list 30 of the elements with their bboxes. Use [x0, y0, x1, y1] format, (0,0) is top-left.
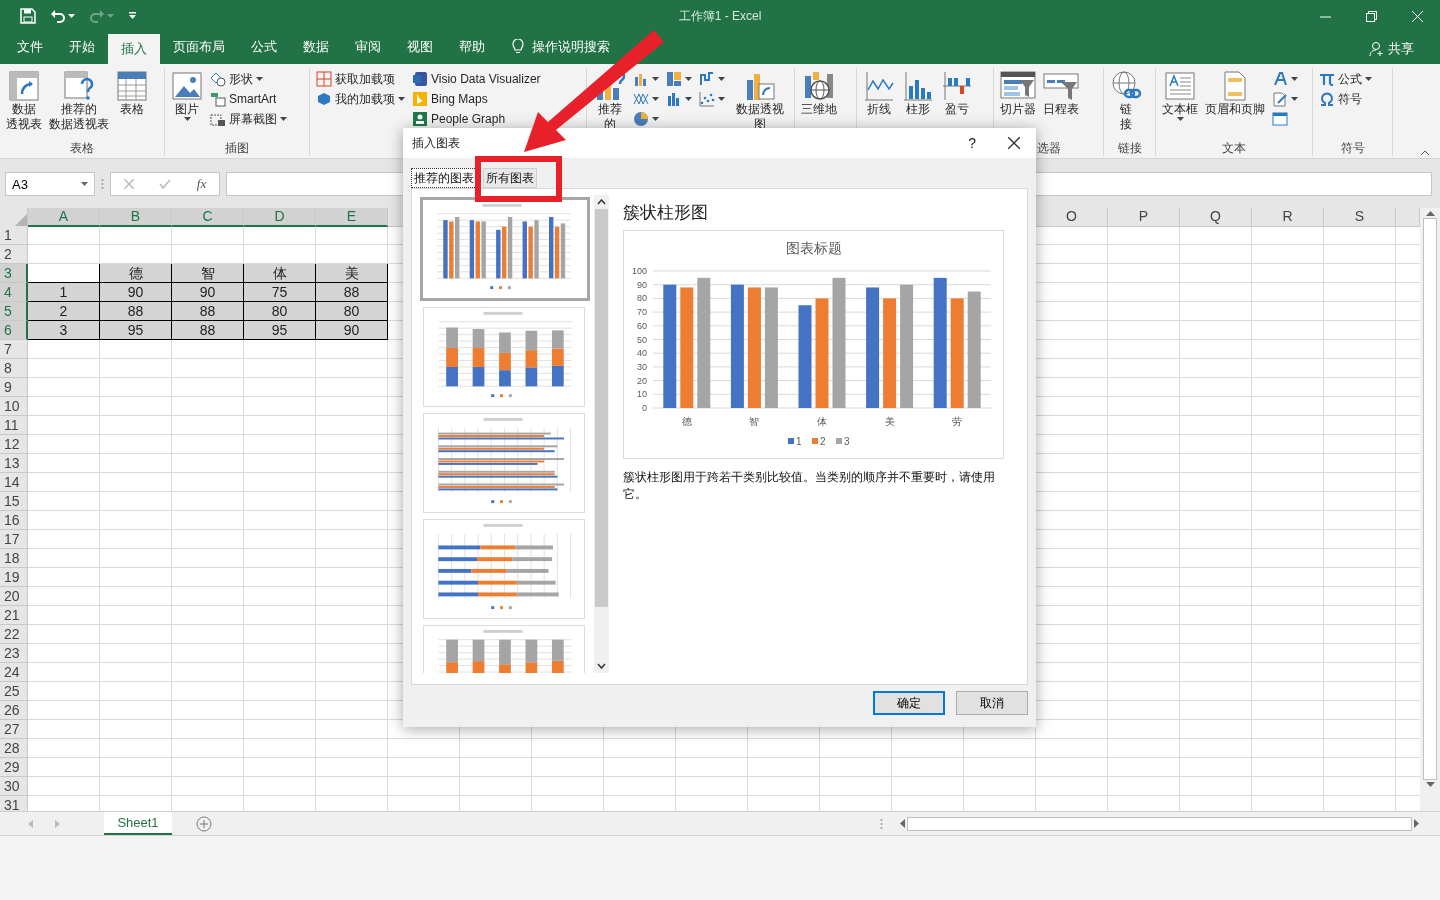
group-label: 符号 [1340, 140, 1365, 156]
axis-label: 20 [637, 375, 647, 386]
chart-type-heading: 簇状柱形图 [623, 202, 709, 224]
axis-label: 劳 [952, 416, 963, 427]
axis-label: 30 [637, 361, 647, 372]
axis-label: 50 [637, 334, 647, 345]
group-label: 表格 [70, 140, 94, 156]
axis-label: 60 [637, 320, 647, 331]
axis-label: 智 [749, 416, 760, 427]
axis-label: 70 [637, 307, 647, 318]
dialog-title: 插入图表 [412, 134, 460, 152]
axis-label: 0 [642, 403, 647, 413]
chart-description: 簇状柱形图用于跨若干类别比较值。当类别的顺序并不重要时，请使用它。 [623, 469, 996, 503]
axis-label: 40 [637, 348, 647, 359]
axis-label: 90 [637, 279, 647, 290]
axis-label: 10 [637, 389, 647, 400]
axis-label: 美 [884, 416, 895, 427]
axis-label: 体 [817, 416, 827, 427]
group-label: 文本 [1222, 140, 1246, 156]
group-label: 插图 [225, 140, 249, 156]
window-title: 工作簿1 - Excel [678, 7, 762, 25]
group-label: 选器 [1036, 140, 1061, 156]
group-label: 链接 [1117, 140, 1142, 156]
chart-title: 图表标题 [785, 240, 842, 256]
axis-label: 德 [681, 416, 692, 427]
axis-label: 100 [631, 266, 647, 276]
axis-label: 80 [637, 293, 647, 304]
legend-label: 1 [796, 436, 802, 447]
legend-label: 2 [820, 436, 826, 447]
legend-label: 3 [844, 436, 850, 447]
